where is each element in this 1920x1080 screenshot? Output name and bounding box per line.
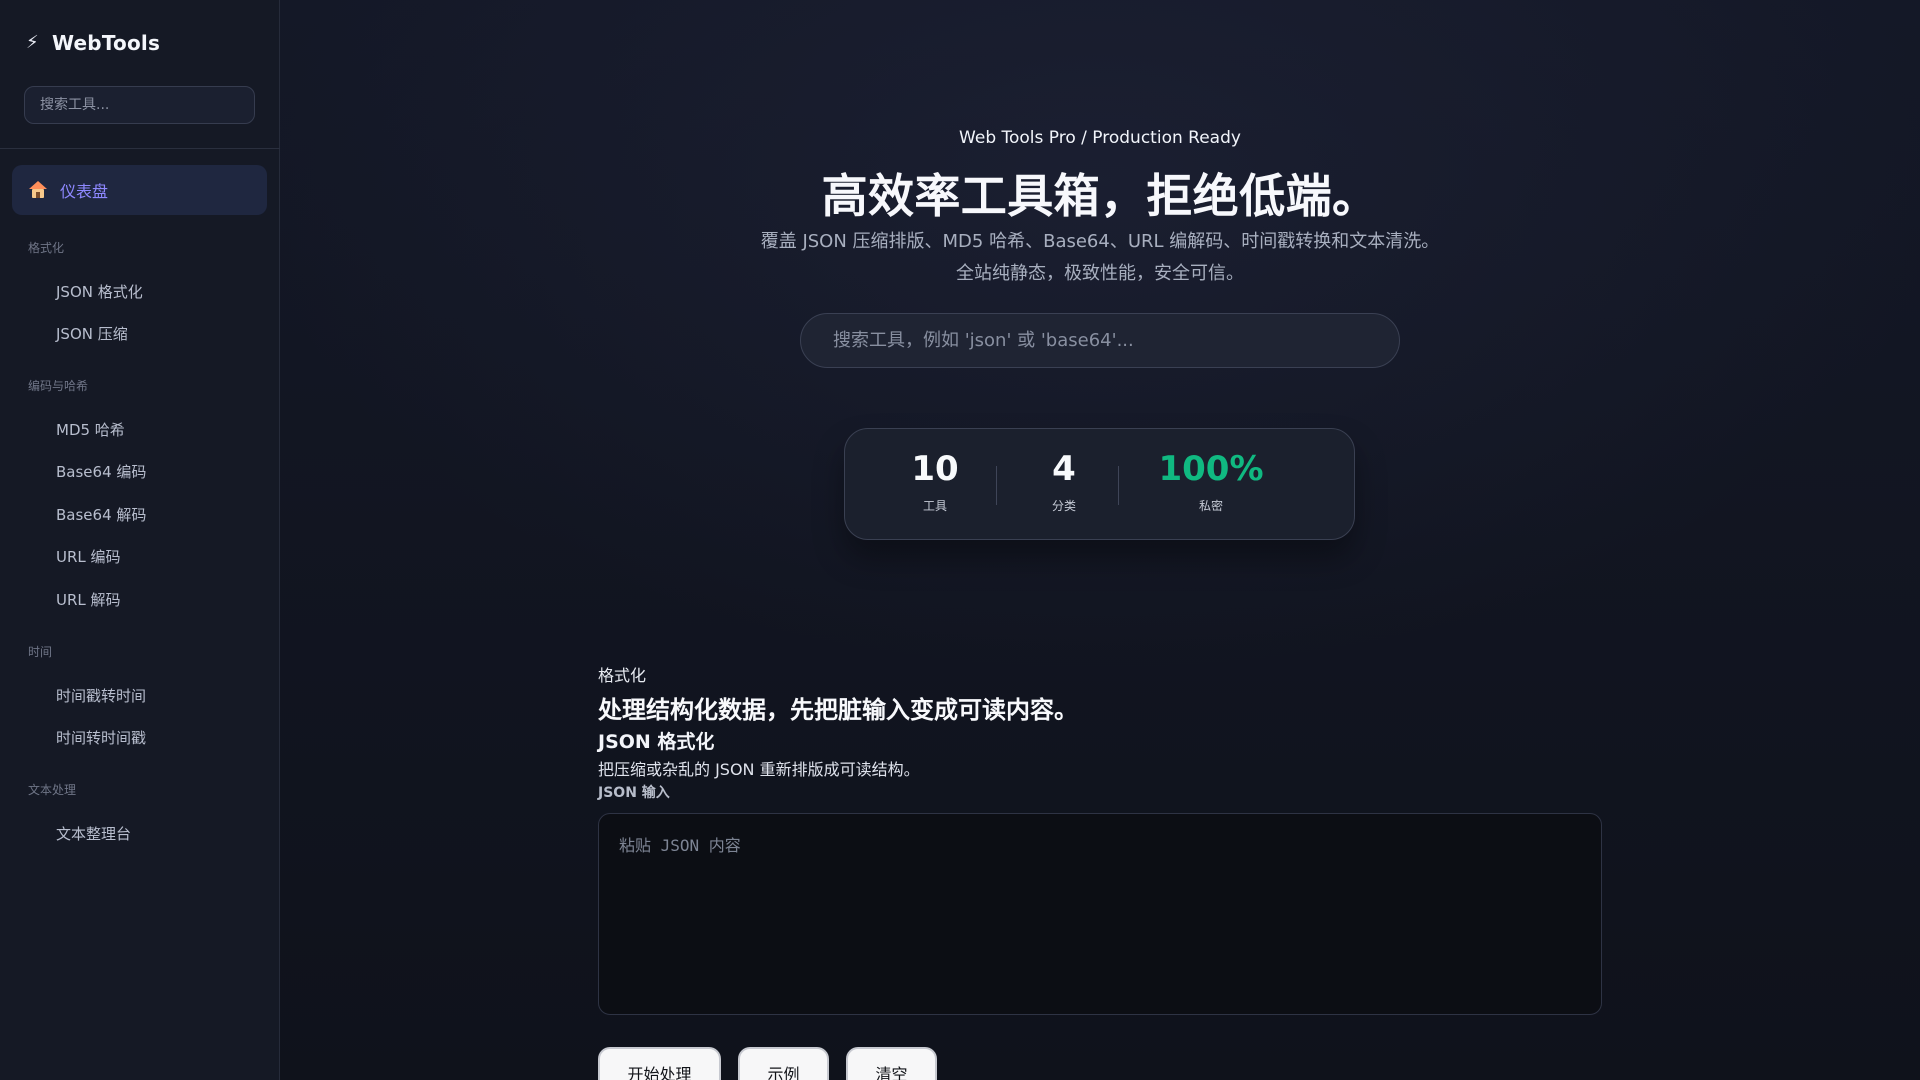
brand-name: WebTools: [52, 31, 161, 55]
hero-subtitle-line-2: 全站纯静态，极致性能，安全可信。: [956, 263, 1244, 284]
stat-privacy-label: 私密: [1198, 499, 1223, 513]
lightning-icon: ⚡: [26, 32, 39, 53]
brand[interactable]: ⚡ WebTools: [26, 30, 160, 56]
clear-button[interactable]: 清空: [846, 1047, 937, 1080]
stats-divider: [996, 466, 997, 505]
sidebar-search-input[interactable]: [24, 86, 255, 124]
sidebar-item-url-decode[interactable]: URL 解码: [56, 589, 121, 610]
home-icon-door: [36, 192, 40, 198]
hero-search-input[interactable]: [800, 313, 1400, 368]
sidebar-item-base64-decode[interactable]: Base64 解码: [56, 504, 146, 525]
tool-description: 把压缩或杂乱的 JSON 重新排版成可读结构。: [598, 760, 920, 779]
stat-tools-label: 工具: [922, 499, 947, 513]
page-title: 高效率工具箱，拒绝低端。: [821, 169, 1379, 223]
stats-card: 10 工具 4 分类 100% 私密: [844, 428, 1355, 540]
start-process-button[interactable]: 开始处理: [598, 1047, 721, 1080]
sidebar-item-json-minify[interactable]: JSON 压缩: [56, 323, 128, 344]
sidebar-group-format: 格式化: [28, 241, 65, 255]
sidebar-item-base64-encode[interactable]: Base64 编码: [56, 461, 146, 482]
home-icon-roof: [29, 181, 47, 189]
sidebar: ⚡ WebTools 仪表盘 格式化 JSON 格式化 JSON 压缩 编码与哈…: [0, 0, 280, 1080]
stat-privacy-value: 100%: [1158, 449, 1264, 489]
stat-categories-label: 分类: [1051, 499, 1076, 513]
stat-categories-value: 4: [1052, 449, 1076, 489]
sidebar-divider: [0, 148, 280, 149]
example-button[interactable]: 示例: [738, 1047, 829, 1080]
hero-kicker: Web Tools Pro / Production Ready: [959, 128, 1241, 148]
sidebar-group-encoding: 编码与哈希: [28, 379, 89, 393]
sidebar-item-url-encode[interactable]: URL 编码: [56, 546, 121, 567]
sidebar-item-label: 仪表盘: [60, 182, 109, 201]
tool-title: JSON 格式化: [598, 731, 715, 753]
sidebar-item-timestamp-to-time[interactable]: 时间戳转时间: [56, 685, 146, 706]
sidebar-item-md5[interactable]: MD5 哈希: [56, 419, 125, 440]
stat-tools-value: 10: [911, 449, 959, 489]
sidebar-item-dashboard[interactable]: 仪表盘: [12, 165, 267, 215]
sidebar-item-text-cleanup[interactable]: 文本整理台: [56, 823, 131, 844]
sidebar-group-time: 时间: [28, 645, 53, 659]
stats-divider: [1118, 466, 1119, 505]
section-tag: 格式化: [598, 666, 647, 685]
sidebar-group-text: 文本处理: [28, 783, 77, 797]
hero-subtitle-line-1: 覆盖 JSON 压缩排版、MD5 哈希、Base64、URL 编解码、时间戳转换…: [760, 231, 1440, 252]
json-input-label: JSON 输入: [598, 785, 670, 801]
sidebar-item-time-to-timestamp[interactable]: 时间转时间戳: [56, 727, 146, 748]
section-title: 处理结构化数据，先把脏输入变成可读内容。: [598, 696, 1078, 724]
sidebar-item-json-format[interactable]: JSON 格式化: [56, 281, 143, 302]
app-root: ⚡ WebTools 仪表盘 格式化 JSON 格式化 JSON 压缩 编码与哈…: [0, 0, 1920, 1080]
json-input[interactable]: [598, 813, 1602, 1015]
home-icon: [28, 180, 48, 200]
